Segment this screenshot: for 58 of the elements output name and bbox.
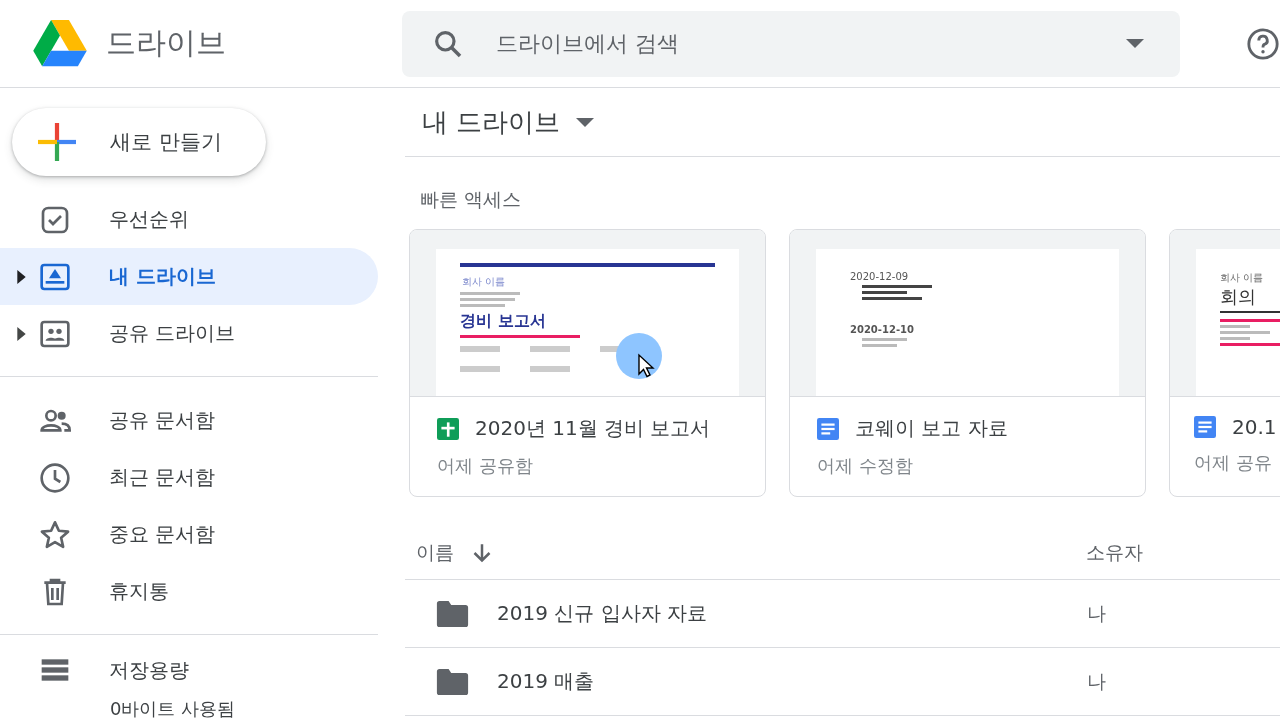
file-row[interactable]: 2019 매출 나 xyxy=(405,648,1280,716)
owner-text: 나 xyxy=(1087,600,1106,626)
folder-icon xyxy=(436,668,469,695)
owner-text: 나 xyxy=(1087,668,1106,694)
file-card[interactable]: 회사 이름 회의 20.1 어제 공유 xyxy=(1169,229,1280,497)
expand-arrow-icon[interactable] xyxy=(17,326,26,341)
expand-arrow-icon[interactable] xyxy=(17,269,26,284)
document-icon xyxy=(1194,416,1216,438)
file-name: 20.1 xyxy=(1232,415,1277,439)
folder-icon xyxy=(436,600,469,627)
file-name: 코웨이 보고 자료 xyxy=(855,415,1008,442)
file-activity: 어제 수정함 xyxy=(817,454,914,478)
document-icon xyxy=(817,417,839,440)
plus-icon xyxy=(38,123,76,161)
nav-item[interactable]: 중요 문서함 xyxy=(0,506,378,563)
nav-item[interactable]: 공유 드라이브 xyxy=(0,305,378,362)
nav-item[interactable]: 우선순위 xyxy=(0,191,378,248)
text-lines-drawing xyxy=(460,292,520,307)
preview-text: 회사 이름 xyxy=(1220,271,1265,285)
dropdown-icon[interactable] xyxy=(1126,39,1144,48)
clock-icon xyxy=(39,461,71,494)
help-icon[interactable] xyxy=(1246,26,1280,61)
search-bar[interactable]: 드라이브에서 검색 xyxy=(402,10,1180,77)
file-name: 2020년 11월 경비 보고서 xyxy=(475,415,711,442)
preview-text: 경비 보고서 xyxy=(460,311,547,332)
spreadsheet-icon xyxy=(437,417,459,440)
storage-usage-text: 0바이트 사용됨 xyxy=(110,697,237,720)
section-heading: 빠른 액세스 xyxy=(420,187,523,212)
text-lines-drawing xyxy=(862,285,932,300)
preview-text: 2020-12-10 xyxy=(850,324,915,335)
app-title: 드라이브 xyxy=(106,24,226,62)
file-row[interactable]: 2019 신규 입사자 자료 나 xyxy=(405,580,1280,648)
name-column-header[interactable]: 이름 xyxy=(405,540,1086,566)
text-lines-drawing xyxy=(1220,319,1280,346)
file-card[interactable]: 회사 이름 경비 보고서 2020년 11월 경비 보고서 어제 공유함 xyxy=(409,229,766,497)
new-button[interactable]: 새로 만들기 xyxy=(12,108,266,176)
drive-logo-icon xyxy=(30,19,90,68)
preview-text: 회의 xyxy=(1220,285,1257,309)
star-icon xyxy=(39,518,71,551)
sort-down-arrow-icon xyxy=(472,543,492,563)
file-card[interactable]: 2020-12-09 2020-12-10 코웨이 보고 자료 어제 수정함 xyxy=(789,229,1146,497)
preview-text: 2020-12-09 xyxy=(850,271,910,282)
caret-icon xyxy=(576,117,595,127)
preview-text: 회사 이름 xyxy=(462,275,507,289)
nav-item[interactable]: 저장용량 xyxy=(0,645,378,695)
folder-title-button[interactable]: 내 드라이브 xyxy=(405,104,595,140)
file-activity: 어제 공유 xyxy=(1194,451,1273,475)
nav-item[interactable]: 최근 문서함 xyxy=(0,449,378,506)
nav-item[interactable]: 공유 문서함 xyxy=(0,392,378,449)
click-cursor-icon xyxy=(615,332,665,382)
file-activity: 어제 공유함 xyxy=(437,454,534,478)
file-name: 2019 매출 xyxy=(497,668,596,695)
search-field[interactable]: 드라이브에서 검색 xyxy=(494,30,1126,57)
nav-item[interactable]: 내 드라이브 xyxy=(0,248,378,305)
text-lines-drawing xyxy=(862,338,907,347)
nav-item[interactable]: 휴지통 xyxy=(0,563,378,620)
column-header: 소유자 xyxy=(1086,540,1143,565)
file-name: 2019 신규 입사자 자료 xyxy=(497,600,708,627)
